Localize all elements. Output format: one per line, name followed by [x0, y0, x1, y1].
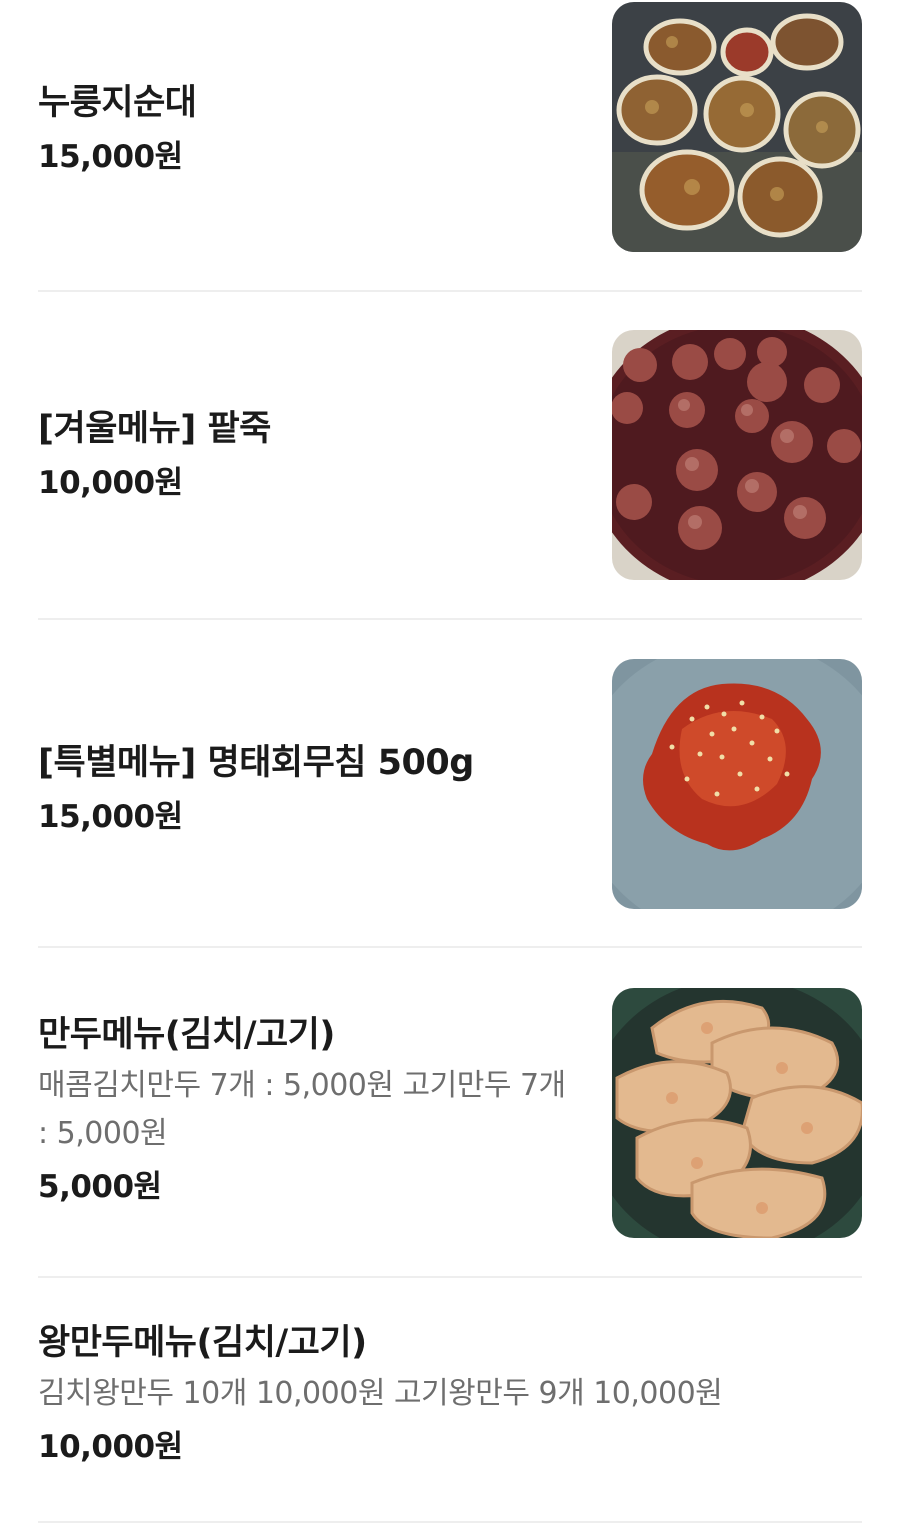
menu-item-description: 김치왕만두 10개 10,000원 고기왕만두 9개 10,000원	[38, 1376, 723, 1411]
menu-item-name: 누룽지순대	[38, 83, 197, 123]
menu-item-info: 누룽지순대 15,000원	[38, 78, 578, 182]
menu-item-price: 10,000원	[38, 465, 183, 501]
menu-item-description: 매콤김치만두 7개 : 5,000원 고기만두 7개 : 5,000원	[38, 1068, 566, 1151]
menu-item-name: [겨울메뉴] 팥죽	[38, 409, 271, 449]
menu-item-name: 왕만두메뉴(김치/고기)	[38, 1323, 367, 1363]
menu-item-name: [특별메뉴] 명태회무침 500g	[38, 743, 474, 783]
menu-item-dumplings[interactable]: 만두메뉴(김치/고기) 매콤김치만두 7개 : 5,000원 고기만두 7개 :…	[38, 948, 862, 1278]
menu-item-photo[interactable]	[612, 330, 862, 580]
menu-item-price: 5,000원	[38, 1169, 162, 1205]
menu-item-name: 만두메뉴(김치/고기)	[38, 1015, 335, 1055]
menu-list: 누룽지순대 15,000원 [겨울메뉴] 팥죽 10,000원 [특별메뉴] 명…	[0, 0, 900, 1523]
grilled-sundae-photo	[612, 2, 862, 252]
menu-item-photo[interactable]	[612, 988, 862, 1238]
menu-item-photo[interactable]	[612, 2, 862, 252]
menu-item-king-dumplings[interactable]: 왕만두메뉴(김치/고기) 김치왕만두 10개 10,000원 고기왕만두 9개 …	[38, 1278, 862, 1523]
menu-item-info: 왕만두메뉴(김치/고기) 김치왕만두 10개 10,000원 고기왕만두 9개 …	[38, 1318, 838, 1472]
menu-item-info: 만두메뉴(김치/고기) 매콤김치만두 7개 : 5,000원 고기만두 7개 :…	[38, 1010, 578, 1212]
menu-item-pollack-salad[interactable]: [특별메뉴] 명태회무침 500g 15,000원	[38, 620, 862, 948]
menu-item-info: [겨울메뉴] 팥죽 10,000원	[38, 404, 578, 508]
menu-item-red-bean-porridge[interactable]: [겨울메뉴] 팥죽 10,000원	[38, 292, 862, 620]
pollack-salad-photo	[612, 659, 862, 909]
red-bean-porridge-photo	[612, 330, 862, 580]
menu-item-price: 10,000원	[38, 1429, 183, 1465]
menu-item-photo[interactable]	[612, 659, 862, 909]
menu-item-info: [특별메뉴] 명태회무침 500g 15,000원	[38, 738, 578, 842]
menu-item-price: 15,000원	[38, 799, 183, 835]
dumplings-photo	[612, 988, 862, 1238]
menu-item-price: 15,000원	[38, 139, 183, 175]
menu-item-nurungji-sundae[interactable]: 누룽지순대 15,000원	[38, 0, 862, 292]
